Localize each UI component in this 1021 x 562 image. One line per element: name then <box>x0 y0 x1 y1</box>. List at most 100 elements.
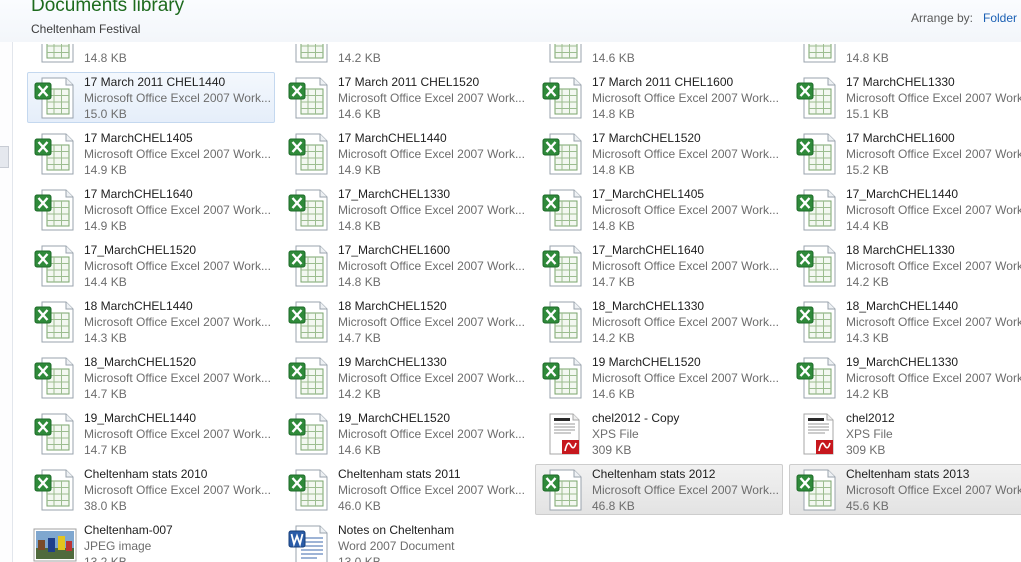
file-item[interactable]: Cheltenham stats 2010 Microsoft Office Ex… <box>27 464 275 515</box>
file-item[interactable]: 14.2 KB <box>281 44 529 67</box>
library-title: Documents library <box>31 0 185 16</box>
file-item[interactable]: 17_MarchCHEL1640 Microsoft Office Excel 2… <box>535 240 783 291</box>
excel-icon <box>287 356 331 400</box>
file-item[interactable]: 17 March 2011 CHEL1600 Microsoft Office E… <box>535 72 783 123</box>
file-size: 15.0 KB <box>84 107 127 121</box>
file-item[interactable]: 17_MarchCHEL1440 Microsoft Office Excel 2… <box>789 184 1021 235</box>
file-name: Cheltenham stats 2013 <box>846 467 970 481</box>
excel-icon <box>287 76 331 120</box>
file-item[interactable]: 17 MarchCHEL1440 Microsoft Office Excel 2… <box>281 128 529 179</box>
file-size: 14.8 KB <box>84 51 127 65</box>
file-item[interactable]: 19_MarchCHEL1440 Microsoft Office Excel 2… <box>27 408 275 459</box>
file-type: Microsoft Office Excel 2007 Work... <box>592 147 779 161</box>
library-subtitle: Cheltenham Festival <box>31 22 141 36</box>
file-type: Microsoft Office Excel 2007 Work... <box>84 259 271 273</box>
file-item[interactable]: 18_MarchCHEL1520 Microsoft Office Excel 2… <box>27 352 275 403</box>
file-item[interactable]: 17 MarchCHEL1600 Microsoft Office Excel 2… <box>789 128 1021 179</box>
file-item[interactable]: 14.8 KB <box>789 44 1021 67</box>
file-item[interactable]: 17 March 2011 CHEL1520 Microsoft Office E… <box>281 72 529 123</box>
file-type: Microsoft Office Excel 2007 Work... <box>592 315 779 329</box>
file-size: 14.2 KB <box>846 387 889 401</box>
file-item[interactable]: 17 MarchCHEL1405 Microsoft Office Excel 2… <box>27 128 275 179</box>
file-item[interactable]: 14.6 KB <box>535 44 783 67</box>
file-type: Microsoft Office Excel 2007 Work... <box>84 371 271 385</box>
file-item[interactable]: 19 MarchCHEL1330 Microsoft Office Excel 2… <box>281 352 529 403</box>
file-size: 309 KB <box>846 443 886 457</box>
file-details: 19_MarchCHEL1520 Microsoft Office Excel 2… <box>338 410 528 458</box>
file-name: 17_MarchCHEL1600 <box>338 243 451 257</box>
file-type: Microsoft Office Excel 2007 Work... <box>846 371 1021 385</box>
file-item[interactable]: 17_MarchCHEL1520 Microsoft Office Excel 2… <box>27 240 275 291</box>
file-name: 17 MarchCHEL1440 <box>338 131 447 145</box>
file-item[interactable]: chel2012 XPS File 309 KB <box>789 408 1021 459</box>
arrange-by-dropdown[interactable]: Folder <box>983 11 1017 25</box>
file-item[interactable]: 14.8 KB <box>27 44 275 67</box>
excel-icon <box>541 44 585 64</box>
file-item[interactable]: 18_MarchCHEL1330 Microsoft Office Excel 2… <box>535 296 783 347</box>
file-name: 17_MarchCHEL1330 <box>338 187 451 201</box>
excel-icon <box>287 300 331 344</box>
excel-icon <box>287 244 331 288</box>
file-item[interactable]: 19_MarchCHEL1520 Microsoft Office Excel 2… <box>281 408 529 459</box>
file-item[interactable]: Cheltenham stats 2012 Microsoft Office Ex… <box>535 464 783 515</box>
file-item[interactable]: Cheltenham stats 2011 Microsoft Office Ex… <box>281 464 529 515</box>
file-item[interactable]: 17 MarchCHEL1640 Microsoft Office Excel 2… <box>27 184 275 235</box>
excel-icon <box>541 468 585 512</box>
file-name: 17 MarchCHEL1520 <box>592 131 701 145</box>
file-type: Microsoft Office Excel 2007 Work... <box>846 483 1021 497</box>
excel-icon <box>33 412 77 456</box>
excel-icon <box>287 132 331 176</box>
file-type: Microsoft Office Excel 2007 Work... <box>846 203 1021 217</box>
file-item[interactable]: Notes on Cheltenham Word 2007 Document 13.… <box>281 520 529 562</box>
excel-icon <box>287 44 331 64</box>
file-type: JPEG image <box>84 539 152 553</box>
file-size: 13.0 KB <box>338 555 381 562</box>
file-item[interactable]: 18_MarchCHEL1440 Microsoft Office Excel 2… <box>789 296 1021 347</box>
file-name: Cheltenham stats 2012 <box>592 467 716 481</box>
library-header: Documents library Cheltenham Festival Ar… <box>0 0 1021 42</box>
file-name: 17 MarchCHEL1600 <box>846 131 955 145</box>
file-type: Microsoft Office Excel 2007 Work... <box>338 315 525 329</box>
file-size: 14.8 KB <box>338 219 381 233</box>
excel-icon <box>541 300 585 344</box>
file-item[interactable]: 19_MarchCHEL1330 Microsoft Office Excel 2… <box>789 352 1021 403</box>
file-name: 17_MarchCHEL1640 <box>592 243 705 257</box>
file-details: 17_MarchCHEL1640 Microsoft Office Excel 2… <box>592 242 782 290</box>
file-item[interactable]: 17_MarchCHEL1405 Microsoft Office Excel 2… <box>535 184 783 235</box>
pane-splitter-handle[interactable] <box>0 146 9 168</box>
file-item[interactable]: Cheltenham stats 2013 Microsoft Office Ex… <box>789 464 1021 515</box>
file-type: Microsoft Office Excel 2007 Work... <box>84 203 271 217</box>
file-item[interactable]: 17 MarchCHEL1330 Microsoft Office Excel 2… <box>789 72 1021 123</box>
file-size: 14.8 KB <box>592 219 635 233</box>
file-item[interactable]: 18 MarchCHEL1520 Microsoft Office Excel 2… <box>281 296 529 347</box>
file-type: Microsoft Office Excel 2007 Work... <box>592 371 779 385</box>
file-size: 14.4 KB <box>84 275 127 289</box>
file-type: Microsoft Office Excel 2007 Work... <box>84 427 271 441</box>
file-name: Notes on Cheltenham <box>338 523 455 537</box>
file-item[interactable]: Cheltenham-007 JPEG image 13.2 KB <box>27 520 275 562</box>
file-details: 18 MarchCHEL1440 Microsoft Office Excel 2… <box>84 298 274 346</box>
file-name: chel2012 <box>846 411 895 425</box>
file-list: 14.8 KB 14.2 KB 14.6 KB 14.8 KB 17 March … <box>27 44 1021 562</box>
file-item[interactable]: 18 MarchCHEL1330 Microsoft Office Excel 2… <box>789 240 1021 291</box>
file-item[interactable]: 17 March 2011 CHEL1440 Microsoft Office E… <box>27 72 275 123</box>
excel-icon <box>33 188 77 232</box>
file-name: 17 MarchCHEL1640 <box>84 187 193 201</box>
file-item[interactable]: 17_MarchCHEL1330 Microsoft Office Excel 2… <box>281 184 529 235</box>
file-item[interactable]: chel2012 - Copy XPS File 309 KB <box>535 408 783 459</box>
file-size: 309 KB <box>592 443 632 457</box>
excel-icon <box>287 412 331 456</box>
excel-icon <box>33 468 77 512</box>
excel-icon <box>541 356 585 400</box>
file-details: 17 March 2011 CHEL1440 Microsoft Office E… <box>84 74 274 122</box>
file-details: Cheltenham-007 JPEG image 13.2 KB <box>84 522 274 562</box>
file-item[interactable]: 18 MarchCHEL1440 Microsoft Office Excel 2… <box>27 296 275 347</box>
file-details: 18_MarchCHEL1330 Microsoft Office Excel 2… <box>592 298 782 346</box>
file-item[interactable]: 19 MarchCHEL1520 Microsoft Office Excel 2… <box>535 352 783 403</box>
file-item[interactable]: 17_MarchCHEL1600 Microsoft Office Excel 2… <box>281 240 529 291</box>
excel-icon <box>541 76 585 120</box>
excel-icon <box>287 468 331 512</box>
file-size: 14.7 KB <box>84 443 127 457</box>
file-details: Cheltenham stats 2013 Microsoft Office Ex… <box>846 466 1021 514</box>
file-item[interactable]: 17 MarchCHEL1520 Microsoft Office Excel 2… <box>535 128 783 179</box>
